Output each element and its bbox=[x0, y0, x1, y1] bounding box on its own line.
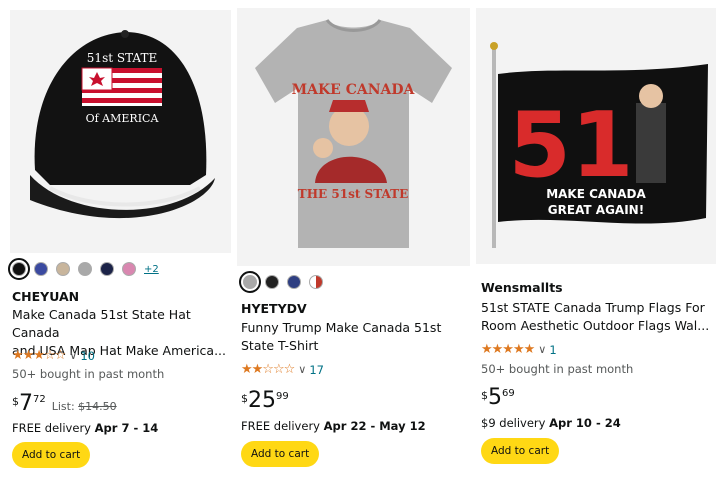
price-currency: $ bbox=[241, 392, 248, 405]
delivery-prefix: $9 delivery bbox=[481, 416, 546, 430]
price: $ 5 69 bbox=[481, 386, 515, 410]
flag-image: 51 MAKE CANADA GREAT AGAIN! bbox=[476, 8, 716, 264]
product-image[interactable]: 51 MAKE CANADA GREAT AGAIN! bbox=[476, 8, 716, 264]
svg-text:Of AMERICA: Of AMERICA bbox=[86, 112, 160, 125]
color-swatch-black[interactable] bbox=[265, 275, 279, 289]
color-swatch-pink[interactable] bbox=[122, 262, 136, 276]
delivery-dates: Apr 10 - 24 bbox=[549, 416, 621, 430]
svg-text:51: 51 bbox=[508, 93, 633, 198]
chevron-down-icon: ∨ bbox=[538, 343, 547, 356]
title-line: Funny Trump Make Canada 51st bbox=[241, 320, 442, 335]
bought-count: 50+ bought in past month bbox=[12, 367, 165, 381]
delivery-dates: Apr 7 - 14 bbox=[94, 421, 159, 435]
list-label: List: bbox=[51, 400, 75, 413]
color-swatch-gray[interactable] bbox=[239, 271, 261, 293]
product-image[interactable]: MAKE CANADA THE 51st STATE bbox=[237, 8, 470, 266]
delivery-info: $9 delivery Apr 10 - 24 bbox=[481, 416, 621, 430]
title-line: 51st STATE Canada Trump Flags For bbox=[481, 300, 705, 315]
color-swatch-multicolor[interactable] bbox=[309, 275, 323, 289]
title-line: Room Aesthetic Outdoor Flags Wal... bbox=[481, 318, 710, 333]
star-rating-icon: ★★★☆☆ bbox=[12, 348, 66, 363]
star-rating-icon: ★★★★★ bbox=[481, 342, 535, 357]
list-price: List: $14.50 bbox=[52, 400, 117, 413]
rating[interactable]: ★★★★★ ∨ 1 bbox=[481, 342, 557, 357]
delivery-info: FREE delivery Apr 22 - May 12 bbox=[241, 419, 426, 433]
delivery-prefix: FREE delivery bbox=[12, 421, 91, 435]
title-line: State T-Shirt bbox=[241, 338, 319, 353]
product-image[interactable]: 51st STATE Of AMERICA bbox=[10, 10, 231, 253]
color-swatch-gray[interactable] bbox=[78, 262, 92, 276]
add-to-cart-button[interactable]: Add to cart bbox=[241, 441, 320, 467]
price: $ 7 72 List: $14.50 bbox=[12, 392, 117, 416]
price-currency: $ bbox=[12, 395, 19, 408]
price-fraction: 69 bbox=[502, 388, 515, 399]
rating-count[interactable]: 17 bbox=[309, 363, 324, 377]
product-title[interactable]: 51st STATE Canada Trump Flags For Room A… bbox=[481, 299, 709, 335]
rating-count[interactable]: 1 bbox=[549, 343, 556, 357]
add-to-cart-button[interactable]: Add to cart bbox=[481, 438, 560, 464]
brand-name: Wensmallts bbox=[481, 280, 563, 295]
list-price-value: $14.50 bbox=[78, 400, 117, 413]
rating-count[interactable]: 10 bbox=[80, 349, 95, 363]
bought-count: 50+ bought in past month bbox=[481, 362, 634, 376]
brand-name: CHEYUAN bbox=[12, 289, 80, 304]
delivery-dates: Apr 22 - May 12 bbox=[323, 419, 426, 433]
color-swatch-navy[interactable] bbox=[287, 275, 301, 289]
product-card: MAKE CANADA THE 51st STATE HYETYDV Funny… bbox=[237, 0, 473, 481]
rating[interactable]: ★★☆☆☆ ∨ 17 bbox=[241, 362, 324, 377]
price-fraction: 99 bbox=[276, 391, 289, 402]
product-card: 51 MAKE CANADA GREAT AGAIN! Wensmallts 5… bbox=[476, 0, 727, 481]
rating[interactable]: ★★★☆☆ ∨ 10 bbox=[12, 348, 95, 363]
baseball-cap-image: 51st STATE Of AMERICA bbox=[10, 10, 231, 253]
color-swatch-blue[interactable] bbox=[34, 262, 48, 276]
price: $ 25 99 bbox=[241, 389, 289, 413]
svg-text:51st STATE: 51st STATE bbox=[87, 51, 157, 65]
delivery-info: FREE delivery Apr 7 - 14 bbox=[12, 421, 158, 435]
price-whole: 25 bbox=[248, 388, 276, 413]
title-line: Make Canada 51st State Hat Canada bbox=[12, 307, 191, 340]
brand-name: HYETYDV bbox=[241, 301, 307, 316]
product-card: 51st STATE Of AMERICA +2 CHEYUAN Make Ca… bbox=[0, 0, 233, 481]
svg-text:MAKE CANADA: MAKE CANADA bbox=[292, 82, 416, 98]
color-swatch-black[interactable] bbox=[8, 258, 30, 280]
price-whole: 5 bbox=[488, 385, 502, 410]
color-swatch-khaki[interactable] bbox=[56, 262, 70, 276]
add-to-cart-button[interactable]: Add to cart bbox=[12, 442, 91, 468]
price-whole: 7 bbox=[19, 391, 33, 416]
color-swatch-navy[interactable] bbox=[100, 262, 114, 276]
price-currency: $ bbox=[481, 389, 488, 402]
svg-text:MAKE CANADA: MAKE CANADA bbox=[546, 187, 646, 201]
svg-text:GREAT AGAIN!: GREAT AGAIN! bbox=[548, 203, 644, 217]
svg-text:THE 51st STATE: THE 51st STATE bbox=[298, 187, 408, 201]
more-colors-link[interactable]: +2 bbox=[144, 264, 159, 275]
product-title[interactable]: Funny Trump Make Canada 51st State T-Shi… bbox=[241, 319, 441, 355]
chevron-down-icon: ∨ bbox=[298, 363, 307, 376]
color-swatches bbox=[239, 271, 331, 293]
star-rating-icon: ★★☆☆☆ bbox=[241, 362, 295, 377]
price-fraction: 72 bbox=[33, 394, 46, 405]
color-swatches: +2 bbox=[8, 258, 159, 280]
tshirt-image: MAKE CANADA THE 51st STATE bbox=[237, 8, 470, 266]
delivery-prefix: FREE delivery bbox=[241, 419, 320, 433]
chevron-down-icon: ∨ bbox=[69, 349, 78, 362]
